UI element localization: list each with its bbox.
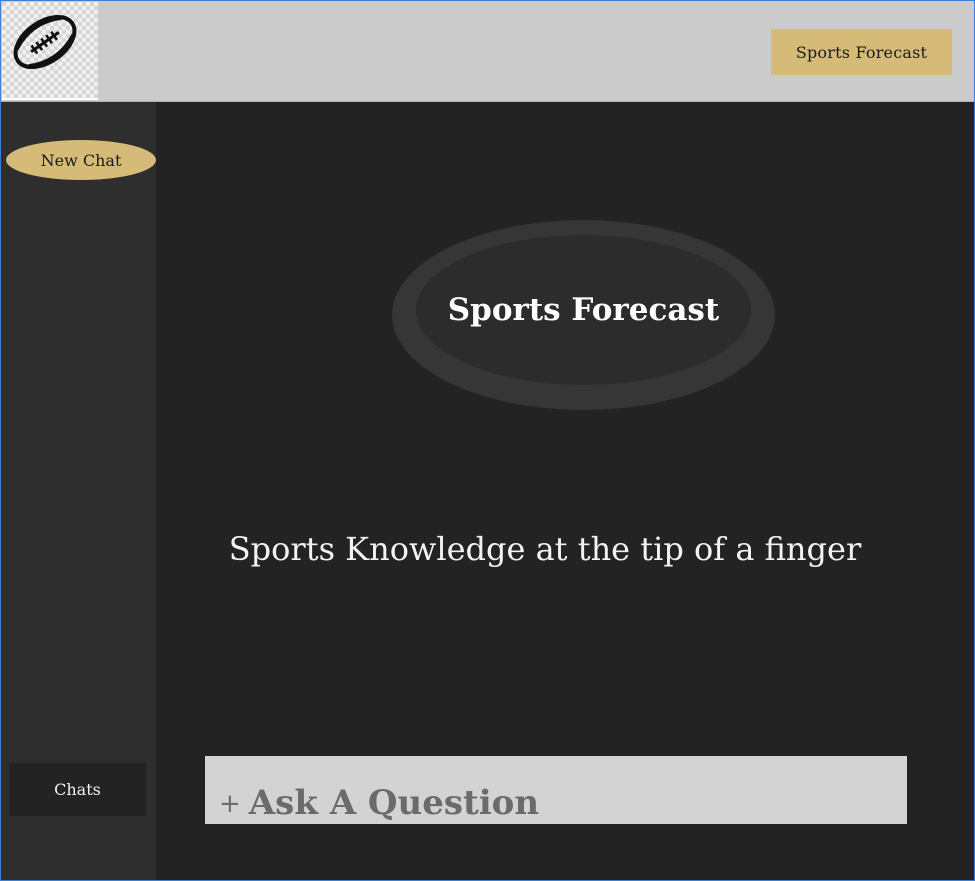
top-header: Sports Forecast [1,1,974,102]
ask-question-placeholder: Ask A Question [248,783,540,823]
sidebar: New Chat Chats [1,102,156,880]
ask-question-input[interactable]: + Ask A Question [205,756,907,824]
chats-button[interactable]: Chats [9,763,146,816]
sports-forecast-button[interactable]: Sports Forecast [771,29,952,75]
new-chat-button[interactable]: New Chat [6,140,156,180]
football-icon [13,14,77,70]
title-badge-inner: Sports Forecast [416,235,751,385]
logo[interactable] [2,2,98,100]
app-window: Sports Forecast New Chat Chats Sports Fo… [0,0,975,881]
title-badge: Sports Forecast [392,220,775,410]
tagline: Sports Knowledge at the tip of a finger [228,530,862,568]
main-content: Sports Forecast Sports Knowledge at the … [156,102,974,880]
plus-icon: + [219,789,241,819]
page-title: Sports Forecast [447,292,720,328]
